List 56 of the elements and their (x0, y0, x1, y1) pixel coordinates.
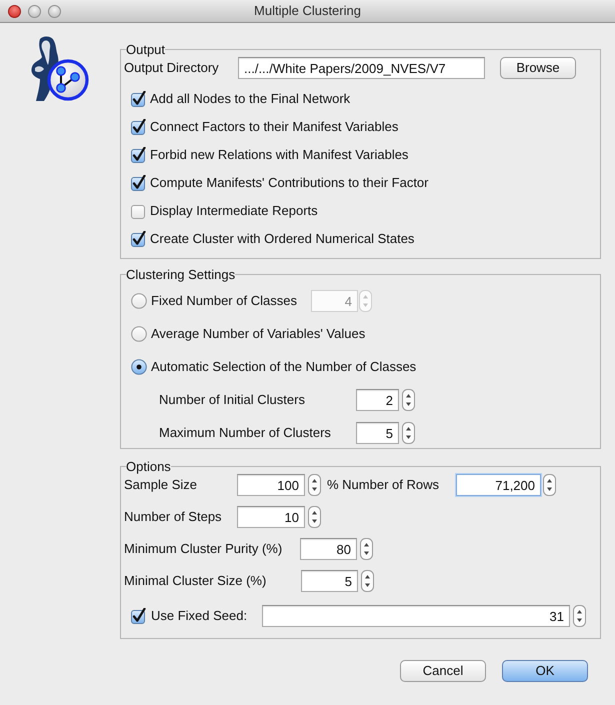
checkbox-label[interactable]: Display Intermediate Reports (150, 203, 318, 219)
number-field[interactable]: 2 (356, 389, 399, 411)
close-icon[interactable] (8, 4, 21, 18)
spinner-arrows-icon[interactable] (573, 605, 586, 627)
minimize-icon[interactable] (28, 4, 41, 18)
checkbox-label[interactable]: Forbid new Relations with Manifest Variables (150, 147, 408, 163)
checkbox-label[interactable]: Create Cluster with Ordered Numerical States (150, 231, 414, 247)
field-label: Sample Size (124, 477, 198, 493)
field-label: Number of Steps (124, 509, 223, 525)
spinner-arrows-icon[interactable] (360, 538, 373, 560)
panel-title: Options (126, 459, 171, 474)
radio-button[interactable] (131, 359, 147, 375)
radio-label[interactable]: Automatic Selection of the Number of Classes (151, 359, 416, 375)
radio-button[interactable] (131, 293, 147, 309)
spinner-arrows-icon[interactable] (543, 474, 556, 496)
checkbox[interactable] (131, 608, 146, 624)
field-label: % Number of Rows (327, 477, 440, 493)
checkbox[interactable] (131, 175, 146, 191)
browse-button[interactable]: Browse (500, 57, 576, 79)
number-field[interactable]: 10 (237, 506, 305, 528)
field-label: Minimal Cluster Size (%) (124, 573, 268, 589)
field-label: Maximum Number of Clusters (159, 425, 332, 441)
number-field[interactable]: 31 (262, 605, 570, 627)
number-field[interactable]: 5 (356, 422, 399, 444)
checkbox[interactable] (131, 119, 146, 135)
window-title: Multiple Clustering (254, 3, 361, 19)
checkbox[interactable] (131, 147, 146, 163)
number-field[interactable]: 71,200 (456, 474, 541, 496)
radio-button[interactable] (131, 326, 147, 342)
field-label: Minimum Cluster Purity (%) (124, 541, 284, 557)
number-field[interactable]: 5 (301, 570, 358, 592)
zoom-icon[interactable] (48, 4, 61, 18)
number-field[interactable]: 80 (300, 538, 357, 560)
checkbox-label[interactable]: Use Fixed Seed: (151, 608, 258, 624)
spinner-arrows-icon[interactable] (402, 422, 415, 444)
checkbox-label[interactable]: Connect Factors to their Manifest Variables (150, 119, 398, 135)
checkbox[interactable] (131, 203, 146, 219)
panel-title: Output (126, 42, 166, 57)
checkbox[interactable] (131, 231, 146, 247)
ok-button[interactable]: OK (502, 660, 588, 682)
spinner-arrows-icon (358, 290, 372, 312)
spinner-arrows-icon[interactable] (402, 389, 415, 411)
field-label: Output Directory (124, 60, 220, 76)
checkbox[interactable] (131, 91, 146, 107)
radio-label[interactable]: Fixed Number of Classes (151, 293, 297, 309)
cancel-button[interactable]: Cancel (400, 660, 486, 682)
spinner-arrows-icon[interactable] (308, 506, 321, 528)
panel-title: Clustering Settings (126, 267, 236, 282)
checkbox-label[interactable]: Compute Manifests' Contributions to their Factor (150, 175, 428, 191)
spinner-arrows-icon[interactable] (361, 570, 374, 592)
spinner-arrows-icon[interactable] (308, 474, 321, 496)
radio-label[interactable]: Average Number of Variables' Values (151, 326, 366, 342)
directory-field[interactable]: .../.../White Papers/2009_NVES/V7 (238, 57, 485, 79)
number-field[interactable]: 100 (237, 474, 305, 496)
field-label: Number of Initial Clusters (159, 392, 306, 408)
checkbox-label[interactable]: Add all Nodes to the Final Network (150, 91, 350, 107)
